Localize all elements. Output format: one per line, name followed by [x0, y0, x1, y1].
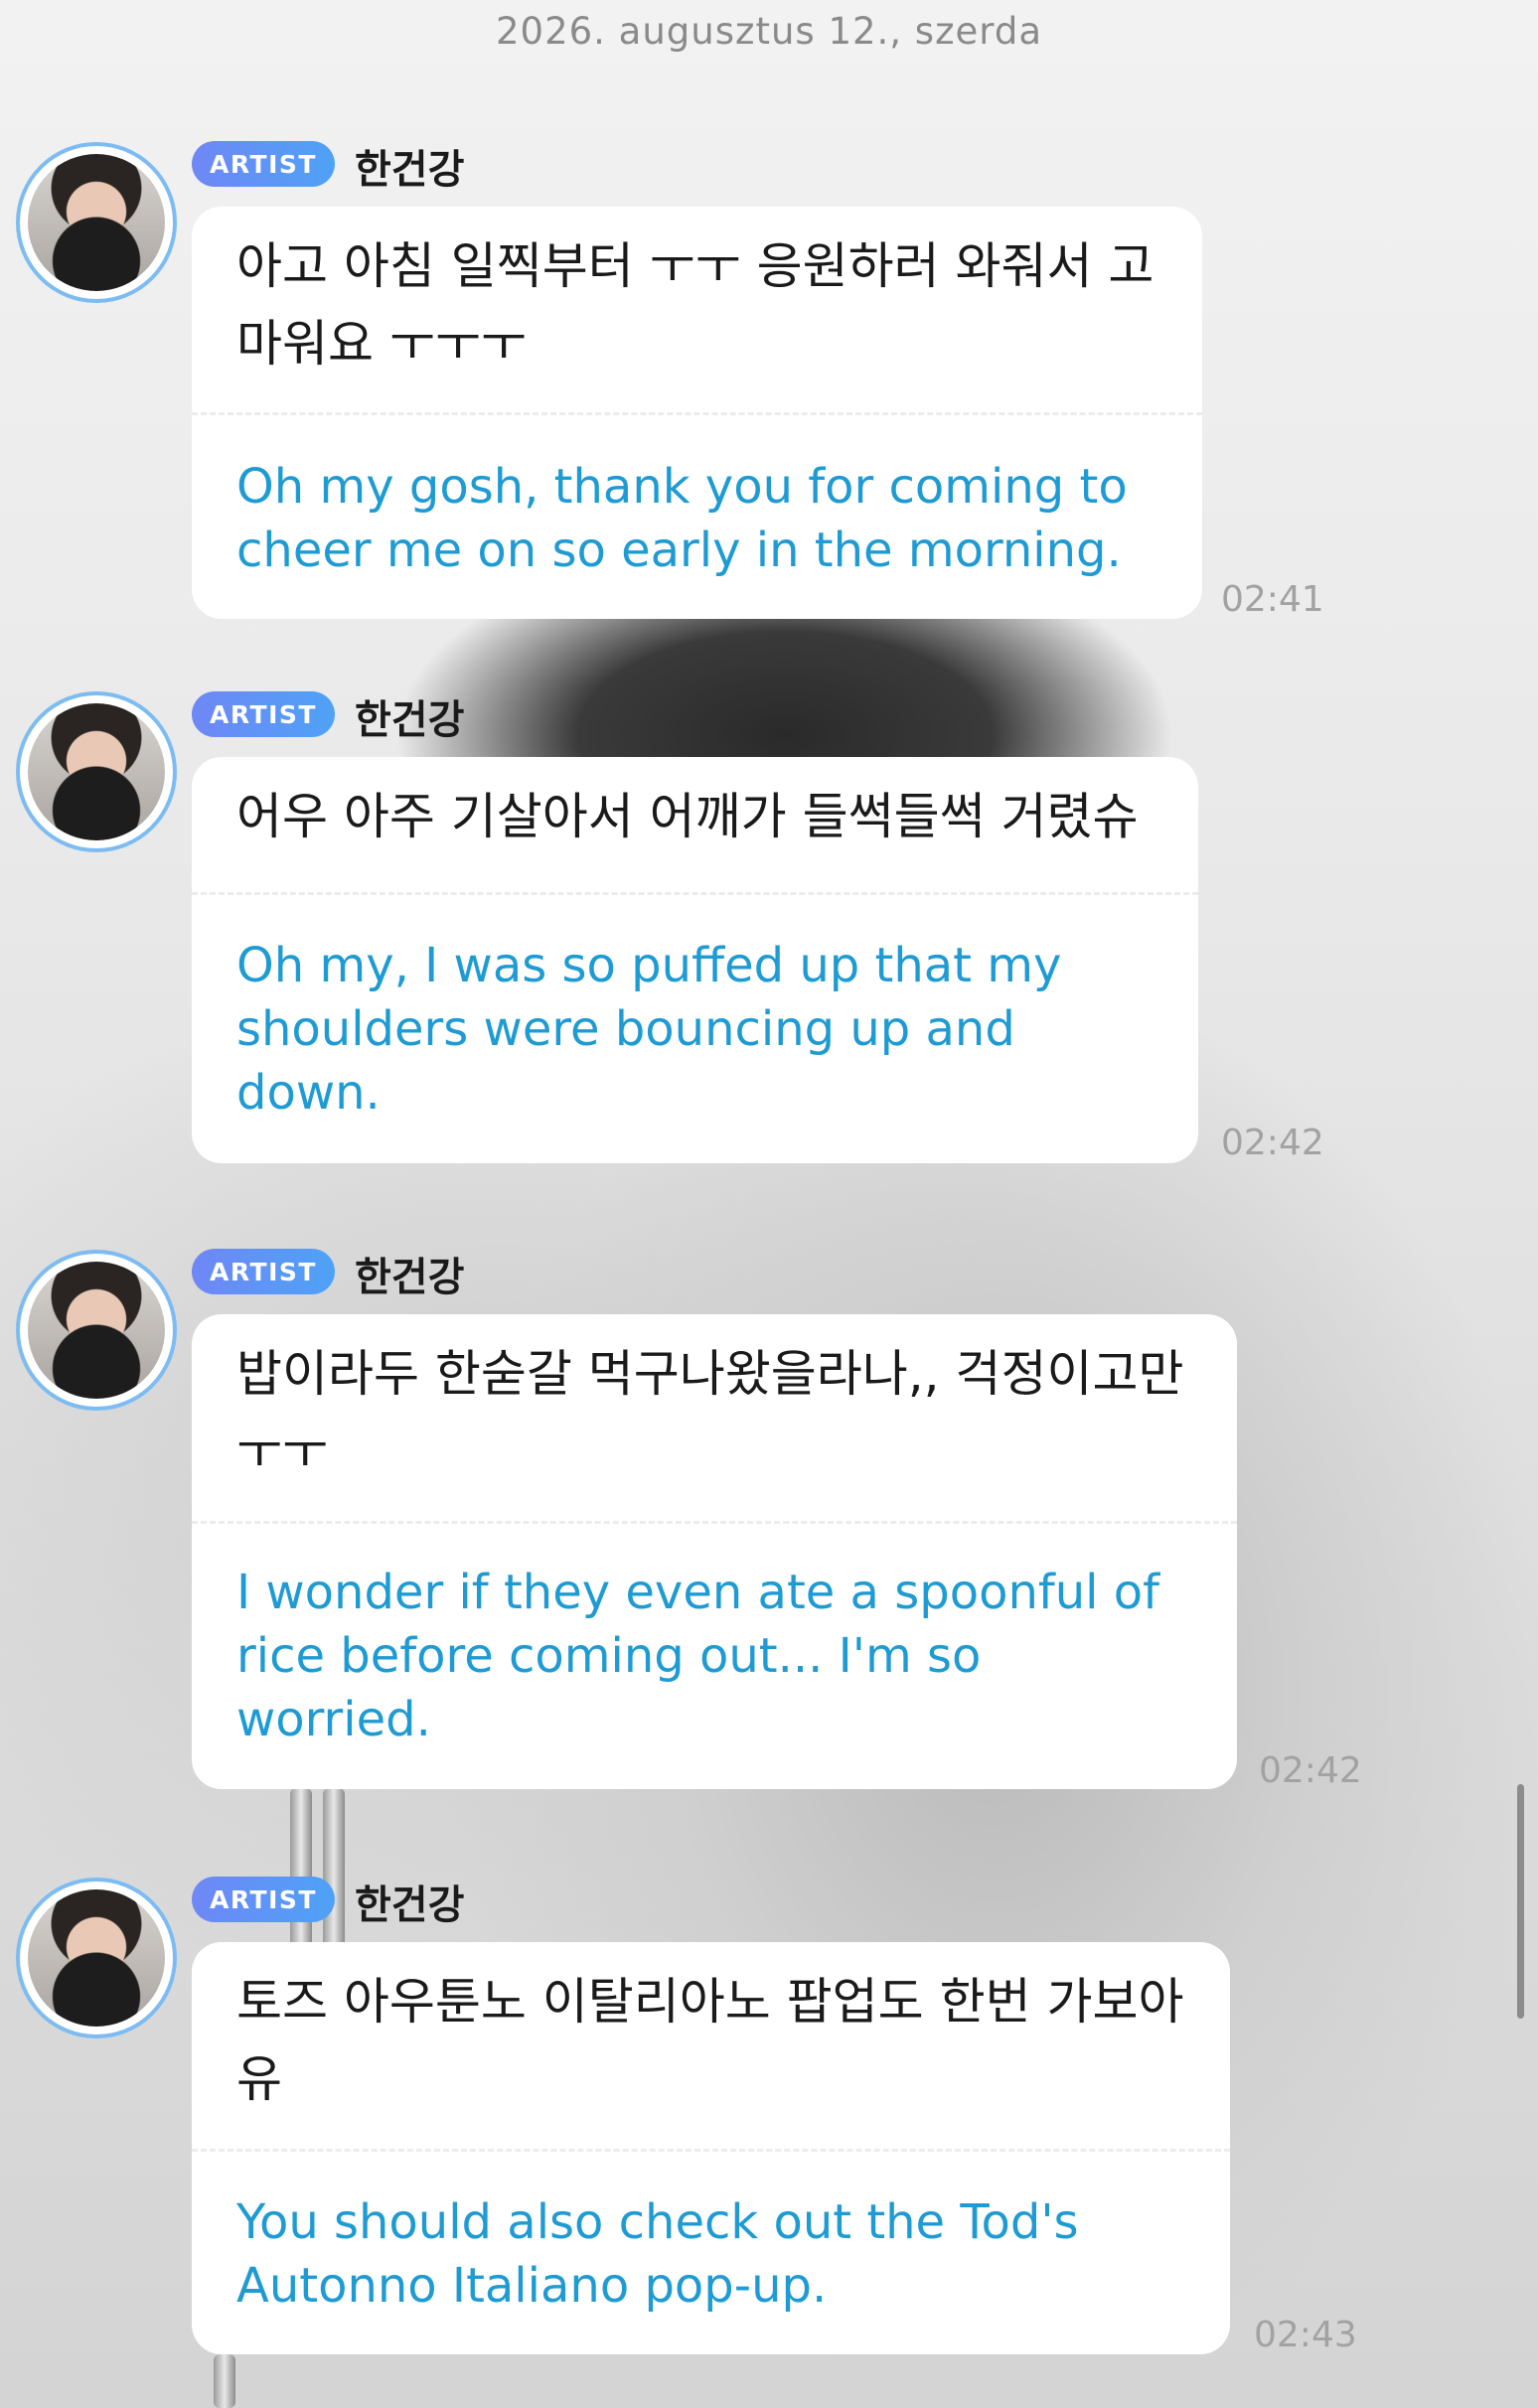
message-korean-line: 유: [236, 2050, 282, 2108]
message-bubble[interactable]: 어우 아주 기살아서 어깨가 들썩들썩 거렸슈 Oh my, I was so …: [192, 757, 1198, 1163]
message-timestamp: 02:42: [1221, 1123, 1324, 1163]
message-divider: [192, 2149, 1230, 2152]
message-translation-line: Oh my, I was so puffed up that my: [236, 938, 1062, 993]
avatar[interactable]: [16, 1878, 177, 2038]
background-chair-leg: [214, 2354, 235, 2408]
message-translation-line: shoulders were bouncing up and: [236, 1001, 1015, 1057]
sender-name: 한건강: [355, 1255, 465, 1300]
message-korean-line: 마워요 ㅜㅜㅜ: [236, 315, 527, 373]
message-divider: [192, 1521, 1237, 1524]
message-timestamp: 02:41: [1221, 579, 1324, 620]
sender-name: 한건강: [355, 1882, 465, 1928]
message-timestamp: 02:43: [1254, 2315, 1357, 2355]
avatar[interactable]: [16, 142, 177, 303]
message-translation-line: Oh my gosh, thank you for coming to: [236, 459, 1128, 515]
date-header: 2026. augusztus 12., szerda: [496, 10, 1042, 53]
message-translation-line: Autonno Italiano pop-up.: [236, 2258, 828, 2314]
message-korean-line: 밥이라두 한숟갈 먹구나왔을라나,, 걱정이고만: [236, 1345, 1184, 1403]
message-korean-line: 어우 아주 기살아서 어깨가 들썩들썩 거렸슈: [236, 788, 1139, 845]
message-divider: [192, 892, 1198, 895]
avatar[interactable]: [16, 1250, 177, 1411]
message-bubble[interactable]: 밥이라두 한숟갈 먹구나왔을라나,, 걱정이고만 ㅜㅜ I wonder if …: [192, 1314, 1237, 1789]
message-translation-line: down.: [236, 1065, 381, 1121]
artist-badge: ARTIST: [192, 1249, 335, 1294]
message-translation-line: cheer me on so early in the morning.: [236, 523, 1122, 578]
message-korean-line: 토즈 아우툰노 이탈리아노 팝업도 한번 가보아: [236, 1973, 1184, 2031]
artist-badge: ARTIST: [192, 141, 335, 187]
message-translation-line: rice before coming out... I'm so: [236, 1628, 982, 1684]
message-divider: [192, 412, 1202, 415]
artist-badge: ARTIST: [192, 691, 335, 737]
sender-name: 한건강: [355, 147, 465, 193]
message-korean-line: ㅜㅜ: [236, 1423, 328, 1480]
artist-badge: ARTIST: [192, 1877, 335, 1922]
message-translation-line: I wonder if they even ate a spoonful of: [236, 1565, 1160, 1620]
avatar[interactable]: [16, 691, 177, 852]
message-bubble[interactable]: 아고 아침 일찍부터 ㅜㅜ 응원하러 와줘서 고 마워요 ㅜㅜㅜ Oh my g…: [192, 207, 1202, 619]
message-translation-line: worried.: [236, 1692, 431, 1747]
sender-name: 한건강: [355, 697, 465, 743]
message-translation-line: You should also check out the Tod's: [236, 2194, 1079, 2250]
message-korean-line: 아고 아침 일찍부터 ㅜㅜ 응원하러 와줘서 고: [236, 237, 1154, 295]
scrollbar[interactable]: [1517, 1784, 1524, 2019]
message-bubble[interactable]: 토즈 아우툰노 이탈리아노 팝업도 한번 가보아 유 You should al…: [192, 1942, 1230, 2354]
message-timestamp: 02:42: [1259, 1750, 1362, 1791]
